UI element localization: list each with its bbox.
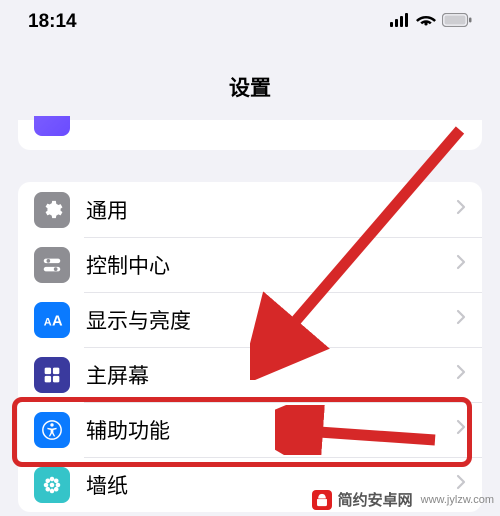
settings-group: 通用 控制中心 AA 显示与亮度 主屏幕 辅助功能 墙纸: [18, 182, 482, 512]
settings-row-accessibility[interactable]: 辅助功能: [18, 402, 482, 457]
wifi-icon: [416, 13, 436, 32]
row-label: 辅助功能: [86, 415, 456, 445]
android-badge-icon: [312, 490, 332, 510]
text-size-icon: AA: [34, 302, 70, 338]
settings-row-general[interactable]: 通用: [18, 182, 482, 237]
cellular-icon: [390, 13, 410, 32]
grid-icon: [34, 357, 70, 393]
row-label: 控制中心: [86, 250, 456, 280]
accessibility-icon: [34, 412, 70, 448]
battery-icon: [442, 13, 472, 32]
row-label: 显示与亮度: [86, 305, 456, 335]
watermark: 简约安卓网 www.jylzw.com: [312, 489, 494, 510]
chevron-right-icon: [456, 309, 466, 330]
status-icons: [390, 13, 472, 32]
status-bar: 18:14: [0, 0, 500, 44]
settings-row-home-screen[interactable]: 主屏幕: [18, 347, 482, 402]
page-title: 设置: [0, 44, 500, 120]
chevron-right-icon: [456, 364, 466, 385]
toggles-icon: [34, 247, 70, 283]
flower-icon: [34, 467, 70, 503]
row-label: 通用: [86, 195, 456, 225]
partial-icon: [34, 116, 70, 136]
settings-row-display[interactable]: AA 显示与亮度: [18, 292, 482, 347]
chevron-right-icon: [456, 199, 466, 220]
status-time: 18:14: [28, 11, 77, 33]
row-label: 主屏幕: [86, 360, 456, 390]
watermark-brand: 简约安卓网: [338, 489, 413, 510]
previous-group-partial: [18, 120, 482, 150]
settings-row-control-center[interactable]: 控制中心: [18, 237, 482, 292]
gear-icon: [34, 192, 70, 228]
svg-text:A: A: [52, 313, 63, 329]
svg-text:A: A: [44, 316, 52, 328]
watermark-url: www.jylzw.com: [421, 494, 494, 506]
chevron-right-icon: [456, 419, 466, 440]
chevron-right-icon: [456, 254, 466, 275]
